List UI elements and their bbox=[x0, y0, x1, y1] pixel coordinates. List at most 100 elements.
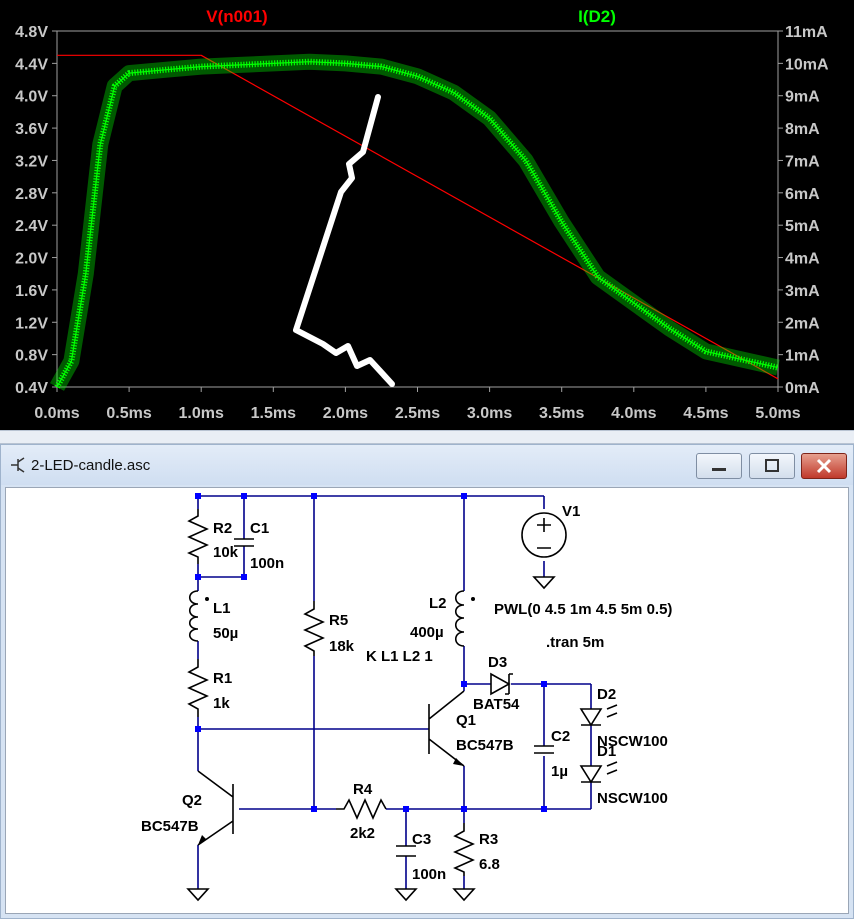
led-d2[interactable]: D2 NSCW100 bbox=[579, 686, 668, 750]
transistor-q2[interactable]: Q2 BC547B bbox=[141, 770, 234, 846]
x-tick-label: 4.0ms bbox=[611, 405, 656, 422]
capacitor-c3[interactable]: C3 100n bbox=[396, 831, 446, 883]
trace-title-i-d2[interactable]: I(D2) bbox=[578, 7, 616, 26]
right-tick-label: 10mA bbox=[785, 56, 829, 73]
right-tick-label: 5mA bbox=[785, 218, 820, 235]
annotation-flicker-scribble bbox=[293, 94, 395, 387]
voltage-source-v1[interactable]: V1 PWL(0 4.5 1m 4.5 5m 0.5) bbox=[494, 503, 672, 618]
resistor-r1[interactable]: R1 1k bbox=[187, 659, 232, 717]
x-tick-label: 1.0ms bbox=[179, 405, 224, 422]
x-tick-label: 4.5ms bbox=[683, 405, 728, 422]
right-tick-label: 7mA bbox=[785, 153, 820, 170]
d3-value: BAT54 bbox=[473, 696, 520, 713]
waveform-plot[interactable]: V(n001) I(D2) 4.8V 4.4V 4.0V 3.6V 3.2V 2.8V 2.… bbox=[0, 0, 854, 430]
c3-label: C3 bbox=[412, 831, 431, 848]
r2-label: R2 bbox=[213, 520, 232, 537]
resistor-r5[interactable]: R5 18k bbox=[303, 601, 355, 656]
l1-value: 50µ bbox=[213, 625, 238, 642]
right-tick-label: 9mA bbox=[785, 89, 820, 106]
capacitor-c2[interactable]: C2 1µ bbox=[534, 728, 570, 780]
right-tick-label: 2mA bbox=[785, 315, 820, 332]
right-tick-label: 0mA bbox=[785, 380, 820, 397]
x-tick-label: 2.5ms bbox=[395, 405, 440, 422]
r4-value: 2k2 bbox=[350, 825, 375, 842]
left-tick-label: 1.2V bbox=[15, 315, 48, 332]
left-axis: 4.8V 4.4V 4.0V 3.6V 3.2V 2.8V 2.4V 2.0V 1.6V 1.2V… bbox=[15, 24, 57, 397]
minimize-button[interactable] bbox=[696, 453, 742, 479]
plot-traces bbox=[50, 53, 780, 391]
l1-label: L1 bbox=[213, 600, 231, 617]
x-tick-label: 1.5ms bbox=[251, 405, 296, 422]
schematic-drawing[interactable]: R2 10k C1 100n L1 50µ R1 1k R5 18k K L1 … bbox=[6, 488, 848, 913]
waveform-plot-pane[interactable]: V(n001) I(D2) 4.8V 4.4V 4.0V 3.6V 3.2V 2.8V 2.… bbox=[0, 0, 854, 430]
right-tick-label: 6mA bbox=[785, 186, 820, 203]
trace-i-d2 bbox=[56, 61, 779, 388]
r5-value: 18k bbox=[329, 638, 355, 655]
close-button[interactable] bbox=[801, 453, 847, 479]
coupling-directive[interactable]: K L1 L2 1 bbox=[366, 648, 433, 665]
left-tick-label: 3.6V bbox=[15, 121, 48, 138]
schematic-canvas[interactable]: R2 10k C1 100n L1 50µ R1 1k R5 18k K L1 … bbox=[5, 487, 849, 914]
minimize-icon bbox=[712, 468, 726, 471]
left-tick-label: 0.8V bbox=[15, 348, 48, 365]
right-axis: 11mA 10mA 9mA 8mA 7mA 6mA 5mA 4mA 3mA 2mA 1mA 0mA bbox=[778, 24, 829, 397]
d2-label: D2 bbox=[597, 686, 616, 703]
close-icon bbox=[816, 458, 832, 474]
left-tick-label: 0.4V bbox=[15, 380, 48, 397]
q2-value: BC547B bbox=[141, 818, 199, 835]
maximize-icon bbox=[765, 459, 779, 472]
r5-label: R5 bbox=[329, 612, 348, 629]
resistor-r4[interactable]: R4 2k2 bbox=[336, 781, 387, 842]
right-tick-label: 4mA bbox=[785, 251, 820, 268]
maximize-button[interactable] bbox=[749, 453, 795, 479]
r3-label: R3 bbox=[479, 831, 498, 848]
left-tick-label: 4.0V bbox=[15, 89, 48, 106]
window-titlebar[interactable]: 2-LED-candle.asc bbox=[1, 445, 853, 485]
pane-splitter[interactable] bbox=[0, 430, 854, 444]
window-title: 2-LED-candle.asc bbox=[31, 457, 151, 474]
left-tick-label: 4.8V bbox=[15, 24, 48, 41]
x-tick-label: 0.5ms bbox=[106, 405, 151, 422]
trace-ripple-band-i-d2 bbox=[50, 53, 780, 391]
right-tick-label: 3mA bbox=[785, 283, 820, 300]
c1-value: 100n bbox=[250, 555, 284, 572]
left-tick-label: 2.0V bbox=[15, 251, 48, 268]
v1-label: V1 bbox=[562, 503, 580, 520]
schematic-icon bbox=[11, 457, 25, 473]
x-tick-label: 3.0ms bbox=[467, 405, 512, 422]
d3-label: D3 bbox=[488, 654, 507, 671]
left-tick-label: 1.6V bbox=[15, 283, 48, 300]
inductor-l1[interactable]: L1 50µ bbox=[188, 590, 239, 642]
d1-label: D1 bbox=[597, 743, 616, 760]
q1-value: BC547B bbox=[456, 737, 514, 754]
right-tick-label: 1mA bbox=[785, 348, 820, 365]
trace-title-v-n001[interactable]: V(n001) bbox=[206, 7, 267, 26]
inductor-l2[interactable]: L2 400µ bbox=[410, 590, 475, 647]
left-tick-label: 3.2V bbox=[15, 153, 48, 170]
capacitor-c1[interactable]: C1 100n bbox=[234, 520, 284, 572]
x-tick-label: 5.0ms bbox=[755, 405, 800, 422]
c3-value: 100n bbox=[412, 866, 446, 883]
led-d1[interactable]: D1 NSCW100 bbox=[579, 743, 668, 807]
resistor-r2[interactable]: R2 10k bbox=[187, 509, 239, 564]
right-tick-label: 11mA bbox=[785, 24, 828, 41]
right-tick-label: 8mA bbox=[785, 121, 820, 138]
c1-label: C1 bbox=[250, 520, 269, 537]
v1-value: PWL(0 4.5 1m 4.5 5m 0.5) bbox=[494, 601, 672, 618]
r3-value: 6.8 bbox=[479, 856, 500, 873]
d1-value: NSCW100 bbox=[597, 790, 668, 807]
q2-label: Q2 bbox=[182, 792, 202, 809]
x-axis: 0.0ms 0.5ms 1.0ms 1.5ms 2.0ms 2.5ms 3.0ms 3.5ms… bbox=[34, 387, 801, 422]
left-tick-label: 4.4V bbox=[15, 56, 48, 73]
r4-label: R4 bbox=[353, 781, 373, 798]
x-tick-label: 3.5ms bbox=[539, 405, 584, 422]
r1-value: 1k bbox=[213, 695, 230, 712]
q1-label: Q1 bbox=[456, 712, 476, 729]
r1-label: R1 bbox=[213, 670, 232, 687]
c2-label: C2 bbox=[551, 728, 570, 745]
trace-ripple-i-d2 bbox=[54, 58, 779, 389]
c2-value: 1µ bbox=[551, 763, 568, 780]
resistor-r3[interactable]: R3 6.8 bbox=[453, 823, 500, 876]
tran-directive[interactable]: .tran 5m bbox=[546, 634, 604, 651]
x-tick-label: 0.0ms bbox=[34, 405, 79, 422]
